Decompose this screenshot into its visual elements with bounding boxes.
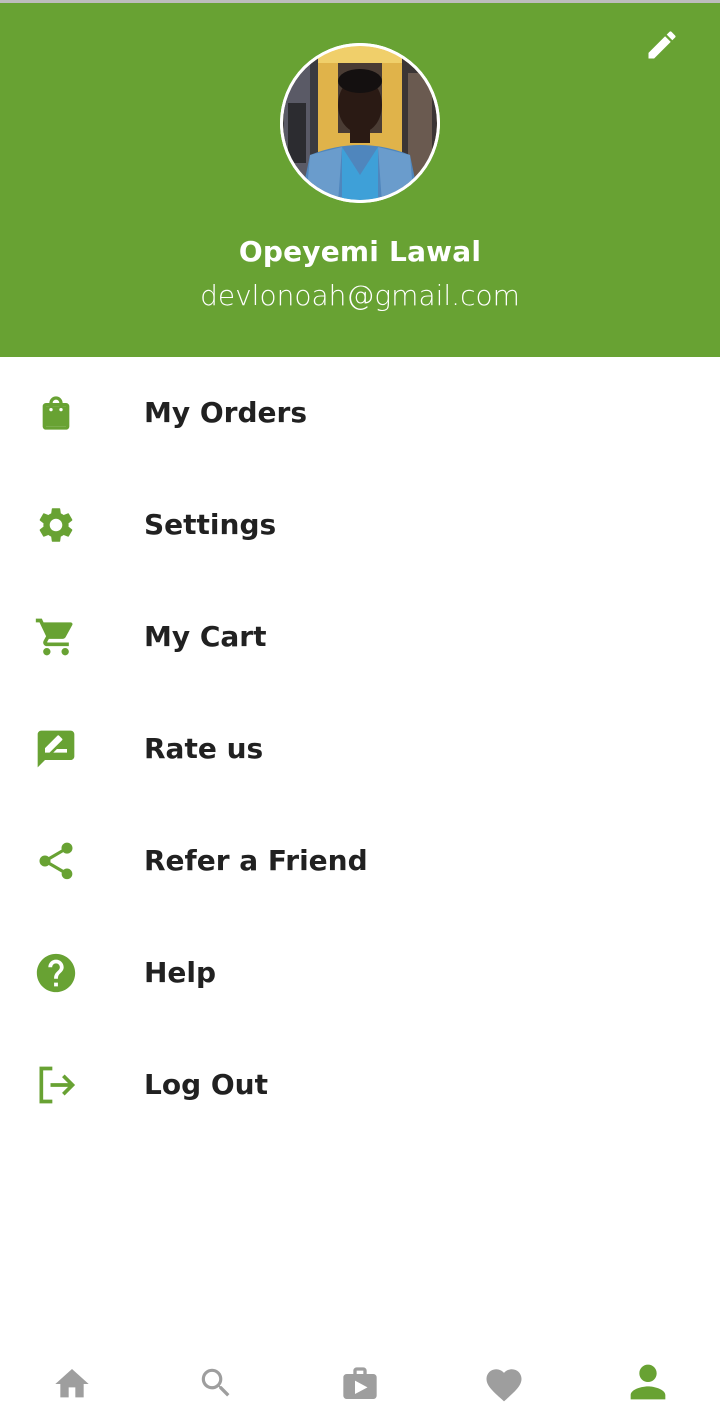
- rate-review-icon: [32, 725, 80, 773]
- bottom-nav: [0, 1348, 720, 1428]
- cart-icon: [32, 613, 80, 661]
- nav-search[interactable]: [144, 1348, 288, 1428]
- menu-item-my-orders[interactable]: My Orders: [0, 357, 720, 469]
- menu-item-my-cart[interactable]: My Cart: [0, 581, 720, 693]
- share-icon: [32, 837, 80, 885]
- menu-item-label: Rate us: [144, 732, 264, 765]
- person-icon: [630, 1364, 666, 1400]
- store-icon: [343, 1367, 377, 1399]
- menu-item-label: Log Out: [144, 1068, 268, 1101]
- pencil-icon: [648, 31, 676, 59]
- profile-name: Opeyemi Lawal: [238, 235, 482, 268]
- menu-item-help[interactable]: Help: [0, 917, 720, 1029]
- edit-profile-button[interactable]: [642, 25, 682, 65]
- profile-photo: [280, 43, 440, 203]
- menu-item-label: Help: [144, 956, 217, 989]
- menu-item-label: My Cart: [144, 620, 267, 653]
- profile-menu: My Orders Settings My Cart Rate us Refer…: [0, 357, 720, 1141]
- profile-email: devlonoah@gmail.com: [200, 279, 520, 312]
- profile-header: Opeyemi Lawal devlonoah@gmail.com: [0, 3, 720, 357]
- menu-item-label: Refer a Friend: [144, 844, 368, 877]
- gear-icon: [32, 501, 80, 549]
- logout-icon: [32, 1061, 80, 1109]
- search-icon: [201, 1368, 230, 1397]
- profile-screen: Opeyemi Lawal devlonoah@gmail.com My Ord…: [0, 0, 720, 1428]
- help-icon: [32, 949, 80, 997]
- menu-item-label: My Orders: [144, 396, 307, 429]
- nav-store[interactable]: [288, 1348, 432, 1428]
- menu-item-label: Settings: [144, 508, 277, 541]
- nav-home[interactable]: [0, 1348, 144, 1428]
- shopping-bag-icon: [32, 389, 80, 437]
- heart-icon: [486, 1369, 522, 1402]
- nav-profile[interactable]: [576, 1348, 720, 1428]
- menu-item-rate-us[interactable]: Rate us: [0, 693, 720, 805]
- menu-item-settings[interactable]: Settings: [0, 469, 720, 581]
- menu-item-refer-a-friend[interactable]: Refer a Friend: [0, 805, 720, 917]
- menu-item-log-out[interactable]: Log Out: [0, 1029, 720, 1141]
- nav-favorites[interactable]: [432, 1348, 576, 1428]
- avatar[interactable]: [280, 43, 440, 203]
- home-icon: [55, 1369, 89, 1398]
